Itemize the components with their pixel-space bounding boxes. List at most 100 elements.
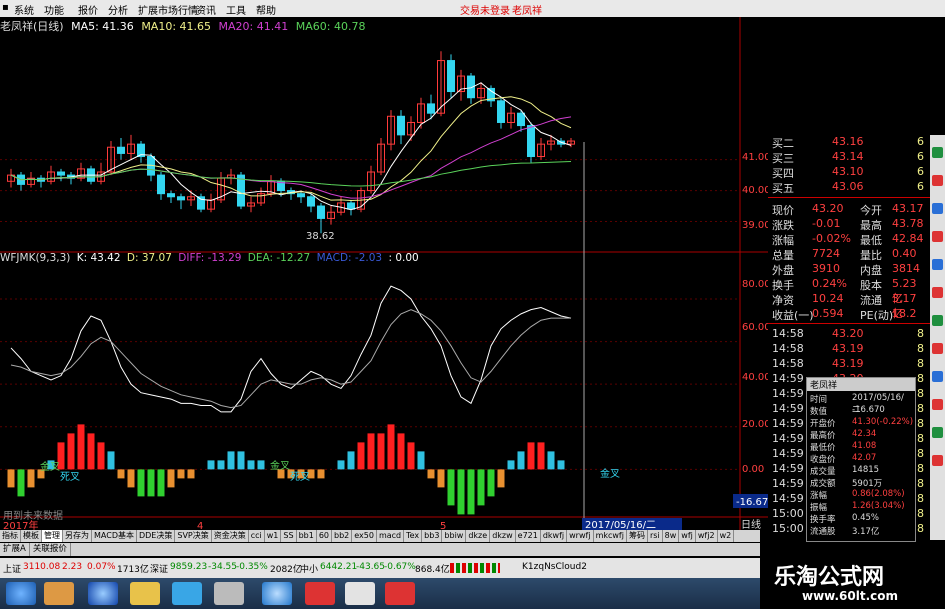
tab-11[interactable]: bb1 — [297, 530, 317, 542]
menu-item-tools[interactable]: 工具 — [226, 2, 246, 17]
data-popup[interactable]: 老凤祥 时间 2017/05/16/二 数值 -16.670 开盘价 41.30(-0.2… — [806, 377, 916, 542]
tab-24[interactable]: mkcwfj — [594, 530, 627, 542]
tab-22[interactable]: dkwfj — [541, 530, 568, 542]
explorer-icon[interactable] — [44, 582, 74, 605]
tab-26[interactable]: rsi — [648, 530, 663, 542]
macd-bar — [337, 460, 345, 470]
tab-29[interactable]: wfj2 — [696, 530, 718, 542]
tab-12[interactable]: 60 — [317, 530, 332, 542]
tick-t: 14:59 — [772, 462, 804, 475]
tab-ext-a[interactable]: 扩展A — [0, 543, 30, 556]
tool-icon[interactable] — [932, 455, 943, 466]
menu-item-analysis[interactable]: 分析 — [108, 2, 128, 17]
macd-bar — [367, 433, 375, 470]
stock-app-icon[interactable] — [385, 582, 415, 605]
tick-t: 14:59 — [772, 417, 804, 430]
macd-bar — [7, 469, 15, 488]
tab-1[interactable]: 模板 — [21, 530, 42, 542]
stat-value: 10.24 — [812, 292, 844, 305]
popup-row: 成交额 5901万 — [810, 477, 912, 489]
menu-item-help[interactable]: 帮助 — [256, 2, 276, 17]
tab-4[interactable]: MACD基本 — [92, 530, 137, 542]
candlestick-series — [7, 51, 575, 234]
tab-8[interactable]: cci — [249, 530, 265, 542]
tab-21[interactable]: e721 — [516, 530, 541, 542]
stat-row: 涨幅 -0.02% 最低 42.84 — [772, 232, 926, 247]
popup-key: 最低价 — [810, 443, 836, 453]
tab-13[interactable]: bb2 — [332, 530, 353, 542]
menu-item-quote[interactable]: 报价 — [78, 2, 98, 17]
main-chart[interactable]: 41.00 40.00 39.00 80.00 60.00 40.00 20.0… — [0, 17, 768, 530]
menu-bar: ▪ 系统 功能 报价 分析 扩展市场行情 资讯 工具 帮助 交易未登录 老凤祥 — [0, 0, 945, 17]
tab-5[interactable]: DDE决策 — [137, 530, 176, 542]
tab-2[interactable]: 管理 — [42, 530, 63, 542]
macd-bar — [27, 469, 35, 488]
app-icon[interactable] — [305, 582, 335, 605]
tab-14[interactable]: ex50 — [352, 530, 377, 542]
tab-15[interactable]: macd — [377, 530, 405, 542]
tab-9[interactable]: w1 — [265, 530, 282, 542]
tab-related-quote[interactable]: 关联报价 — [30, 543, 71, 556]
tab-3[interactable]: 另存为 — [63, 530, 92, 542]
tab-18[interactable]: bbiw — [442, 530, 467, 542]
indicator-tick: 0.00 — [742, 464, 764, 475]
sz-label: 深证 — [150, 565, 169, 575]
macd-bar — [467, 469, 475, 515]
tick-v: 8 — [917, 402, 924, 415]
tool-icon[interactable] — [932, 175, 943, 186]
menu-item-function[interactable]: 功能 — [44, 2, 64, 17]
sh-value: 3110.08 — [23, 562, 61, 572]
period-label[interactable]: 日线 — [741, 518, 761, 530]
stock-name-tab[interactable]: 老凤祥 — [512, 2, 542, 17]
breadth-bar — [450, 563, 500, 573]
folder-icon[interactable] — [130, 582, 160, 605]
tab-6[interactable]: SVP决策 — [175, 530, 212, 542]
trade-login-link[interactable]: 交易未登录 — [460, 2, 510, 17]
menu-item-system[interactable]: 系统 — [14, 2, 34, 17]
tab-10[interactable]: SS — [281, 530, 297, 542]
tick-t: 14:59 — [772, 447, 804, 460]
tool-icon[interactable] — [932, 203, 943, 214]
ie-icon[interactable] — [262, 582, 292, 605]
tick-t: 15:00 — [772, 507, 804, 520]
tab-16[interactable]: Tex — [404, 530, 423, 542]
tab-0[interactable]: 指标 — [0, 530, 21, 542]
tool-icon[interactable] — [932, 427, 943, 438]
menu-item-news[interactable]: 资讯 — [196, 2, 216, 17]
popup-key: 最高价 — [810, 431, 836, 441]
tab-25[interactable]: 筹码 — [627, 530, 648, 542]
start-button-icon[interactable] — [6, 582, 36, 605]
popup-value: 0.45% — [852, 513, 880, 523]
app-icon[interactable] — [172, 582, 202, 605]
zx-value: 6442.21 — [320, 562, 358, 572]
tool-icon[interactable] — [932, 343, 943, 354]
app-icon[interactable] — [345, 582, 375, 605]
tab-7[interactable]: 资金决策 — [212, 530, 249, 542]
tab-20[interactable]: dkzw — [490, 530, 516, 542]
tool-icon[interactable] — [932, 315, 943, 326]
price-tick: 39.00 — [742, 220, 768, 231]
bid-price: 43.06 — [832, 180, 864, 193]
tool-icon[interactable] — [932, 231, 943, 242]
tool-icon[interactable] — [932, 371, 943, 382]
macd-bar — [157, 469, 165, 497]
tab-19[interactable]: dkze — [466, 530, 491, 542]
popup-value: 41.08 — [852, 441, 877, 451]
tab-30[interactable]: w2 — [718, 530, 735, 542]
tab-27[interactable]: 8w — [663, 530, 680, 542]
tool-icon[interactable] — [932, 147, 943, 158]
tool-icon[interactable] — [932, 399, 943, 410]
menu-item-ext-market[interactable]: 扩展市场行情 — [138, 2, 198, 17]
tab-28[interactable]: wfj — [679, 530, 696, 542]
stat-label: 外盘 — [772, 264, 794, 277]
stat-row: 涨跌 -0.01 最高 43.78 — [772, 217, 926, 232]
tool-icon[interactable] — [932, 259, 943, 270]
macd-bar — [257, 460, 265, 470]
browser-icon[interactable] — [88, 582, 118, 605]
tick-v: 8 — [917, 432, 924, 445]
tab-23[interactable]: wrwfj — [567, 530, 594, 542]
tick-t: 14:58 — [772, 357, 804, 370]
tool-icon[interactable] — [932, 287, 943, 298]
tab-17[interactable]: bb3 — [422, 530, 443, 542]
media-icon[interactable] — [214, 582, 244, 605]
